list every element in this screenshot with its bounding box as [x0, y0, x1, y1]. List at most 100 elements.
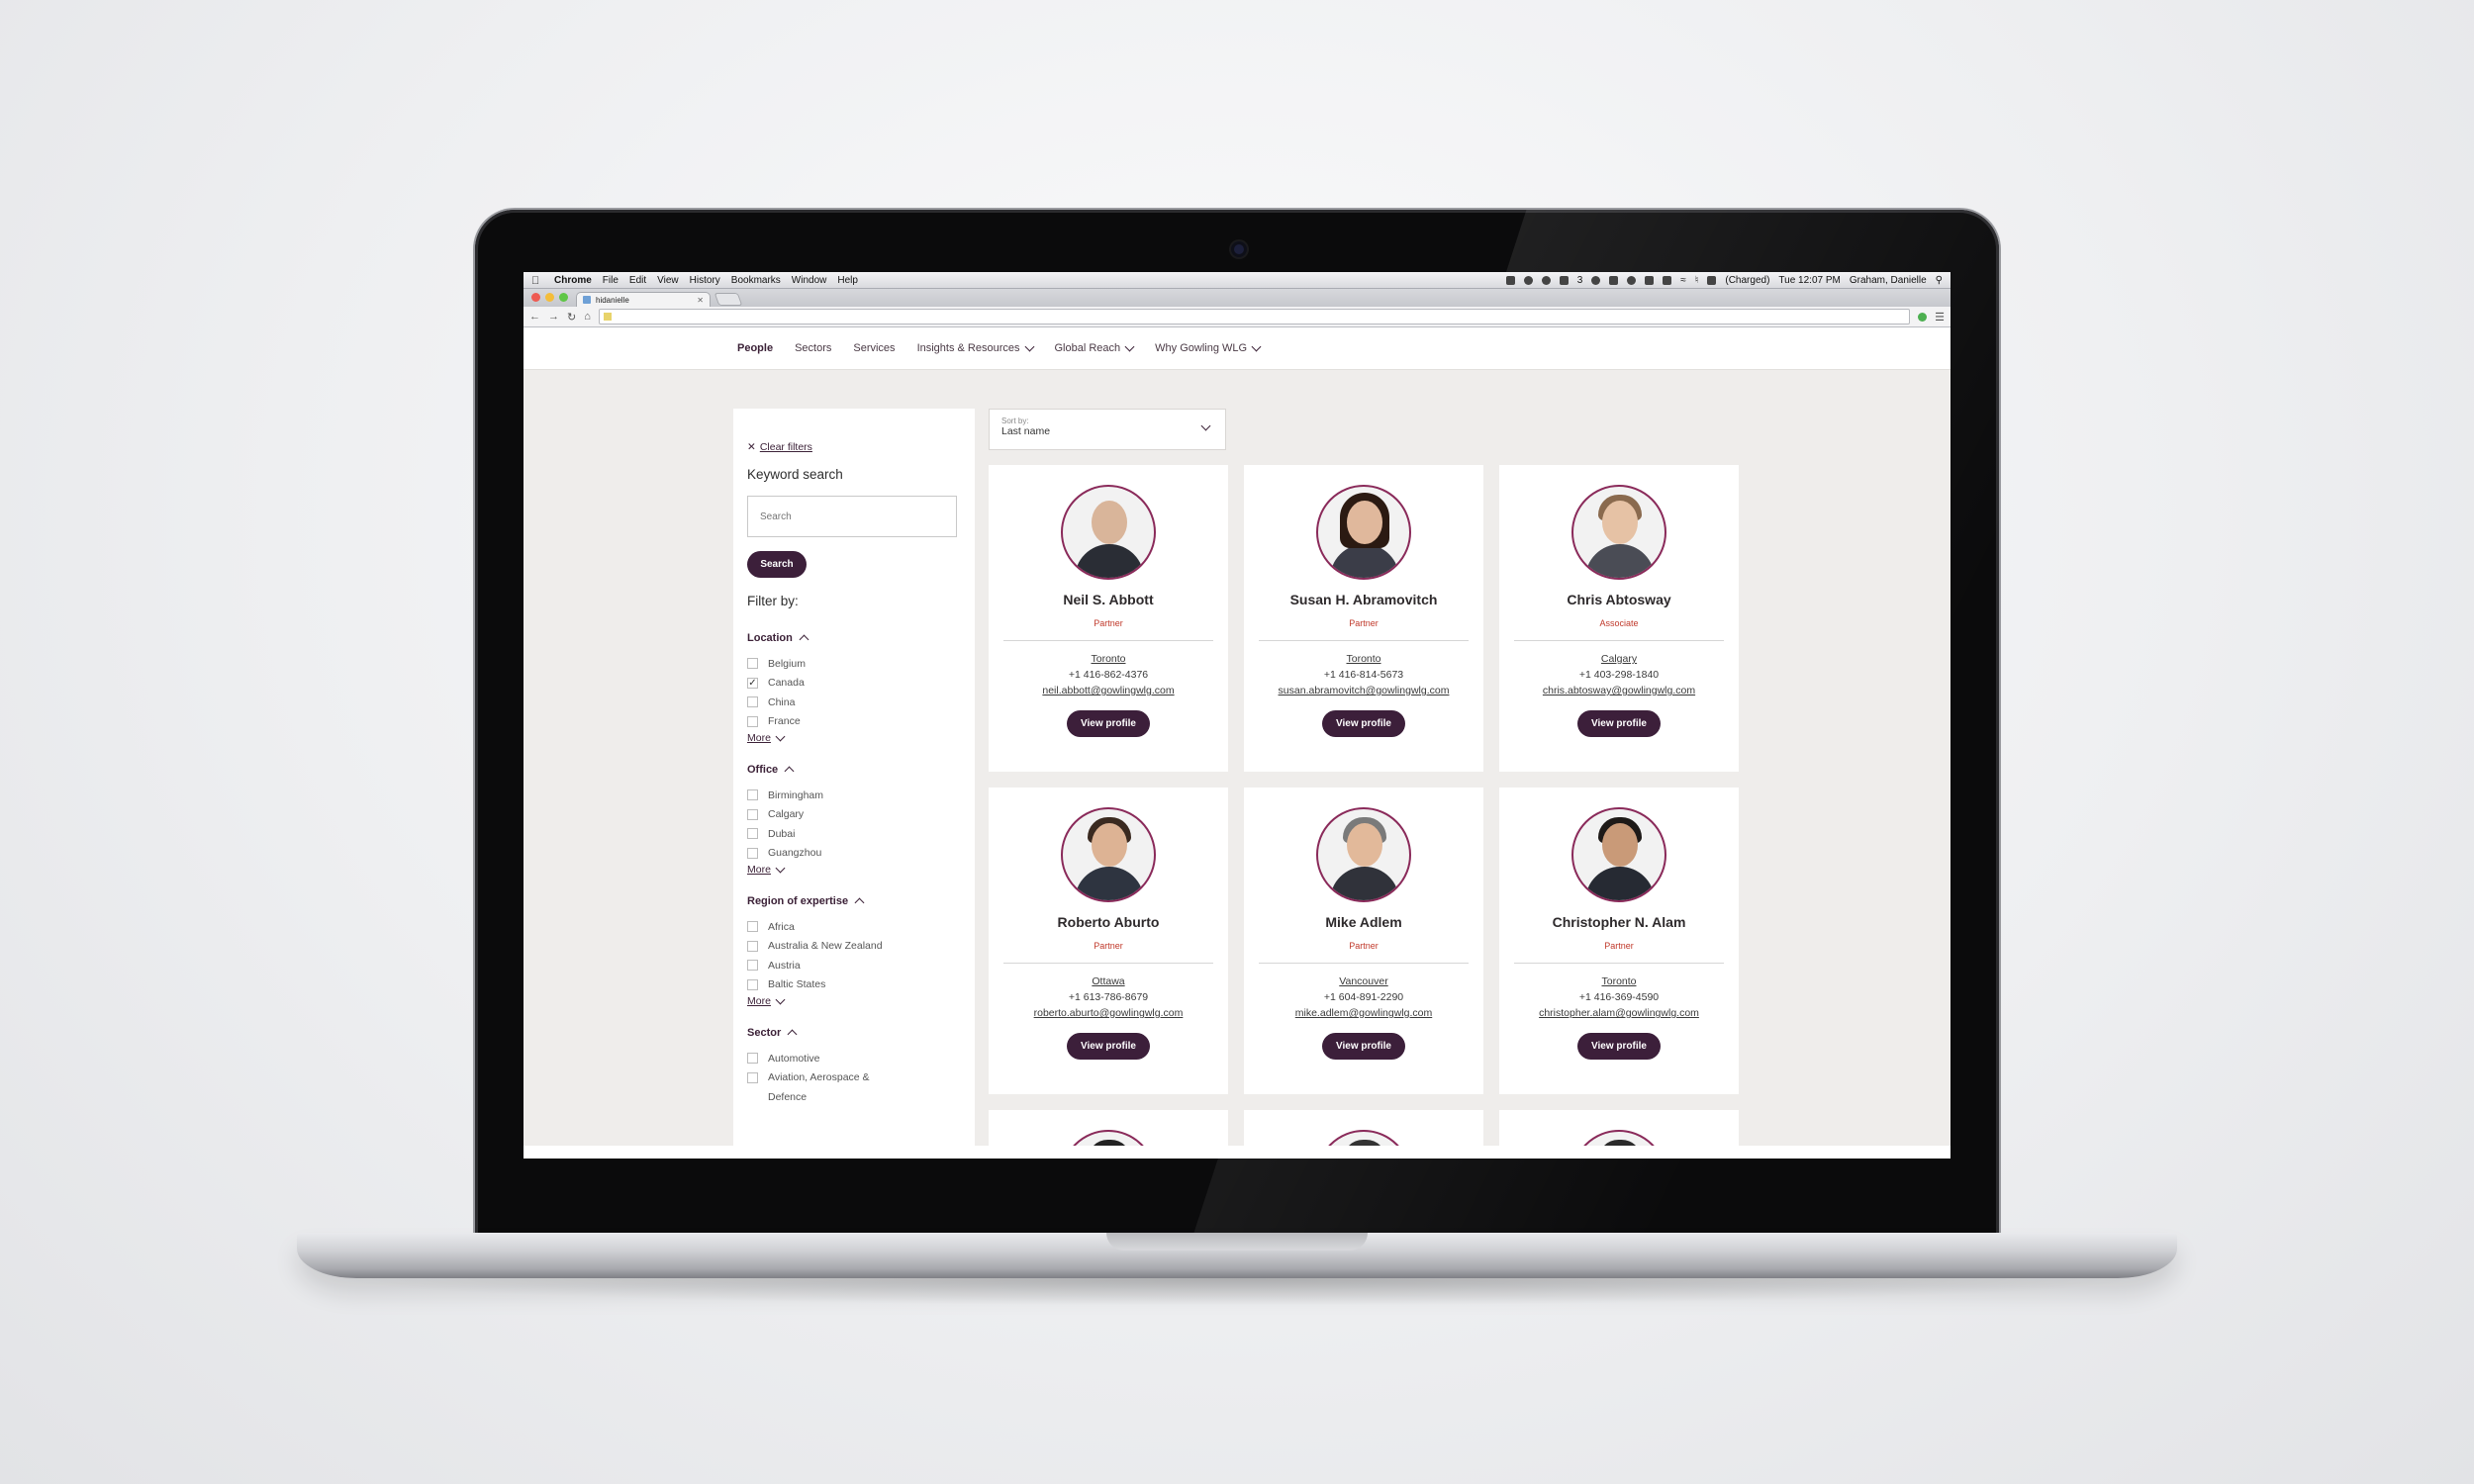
view-profile-button[interactable]: View profile	[1067, 1033, 1150, 1060]
view-profile-button[interactable]: View profile	[1322, 710, 1405, 737]
extension-icon[interactable]	[1918, 312, 1928, 322]
chrome-menu-icon[interactable]: ☰	[1935, 311, 1945, 324]
filter-option[interactable]: Guangzhou	[747, 844, 961, 864]
filter-option[interactable]: Calgary	[747, 805, 961, 825]
checkbox[interactable]	[747, 828, 758, 840]
checkbox[interactable]	[747, 1053, 758, 1065]
filter-option[interactable]: Dubai	[747, 824, 961, 844]
time-machine-icon[interactable]	[1627, 275, 1637, 285]
filter-option[interactable]: Aviation, Aerospace &	[747, 1068, 961, 1088]
person-city[interactable]: Calgary	[1499, 653, 1739, 665]
person-email[interactable]: susan.abramovitch@gowlingwlg.com	[1244, 685, 1483, 696]
sector-filter-toggle[interactable]: Sector	[747, 1027, 961, 1040]
person-name[interactable]: Christopher N. Alam	[1499, 914, 1739, 930]
display-icon[interactable]	[1645, 275, 1655, 285]
skype-icon[interactable]	[1541, 275, 1551, 285]
menu-history[interactable]: History	[690, 275, 720, 286]
forward-icon[interactable]: →	[548, 311, 559, 323]
search-button[interactable]: Search	[747, 551, 807, 578]
person-city[interactable]: Toronto	[1499, 975, 1739, 987]
nav-people[interactable]: People	[737, 342, 773, 354]
person-city[interactable]: Toronto	[989, 653, 1228, 665]
keyword-search-input[interactable]	[747, 496, 957, 537]
person-name[interactable]: Susan H. Abramovitch	[1244, 592, 1483, 607]
person-name[interactable]: Mike Adlem	[1244, 914, 1483, 930]
avatar[interactable]	[1061, 485, 1156, 580]
avatar[interactable]	[1316, 1130, 1411, 1146]
menu-help[interactable]: Help	[837, 275, 858, 286]
person-name[interactable]: Chris Abtosway	[1499, 592, 1739, 607]
filter-option[interactable]: Austria	[747, 956, 961, 975]
avatar[interactable]	[1571, 1130, 1666, 1146]
avatar[interactable]	[1571, 485, 1666, 580]
filter-option[interactable]: Automotive	[747, 1049, 961, 1068]
office-more-link[interactable]: More	[747, 863, 961, 876]
person-phone[interactable]: +1 416-814-5673	[1244, 669, 1483, 681]
filter-option[interactable]: Birmingham	[747, 786, 961, 805]
checkbox[interactable]	[747, 847, 758, 859]
wifi-icon[interactable]: ≈	[1680, 275, 1686, 286]
browser-tab[interactable]: hidanielle ✕	[576, 292, 711, 307]
minimize-window-icon[interactable]	[545, 293, 554, 302]
avatar[interactable]	[1571, 807, 1666, 902]
filter-option[interactable]: Africa	[747, 917, 961, 937]
avatar[interactable]	[1061, 807, 1156, 902]
person-phone[interactable]: +1 613-786-8679	[989, 991, 1228, 1003]
person-city[interactable]: Toronto	[1244, 653, 1483, 665]
screen-icon[interactable]	[1609, 275, 1619, 285]
person-name[interactable]: Neil S. Abbott	[989, 592, 1228, 607]
home-icon[interactable]: ⌂	[584, 311, 591, 323]
menu-edit[interactable]: Edit	[629, 275, 646, 286]
filter-option[interactable]: Baltic States	[747, 975, 961, 995]
filter-option[interactable]: Belgium	[747, 654, 961, 674]
sync-icon[interactable]	[1591, 275, 1601, 285]
menu-bookmarks[interactable]: Bookmarks	[731, 275, 781, 286]
nav-services[interactable]: Services	[853, 342, 895, 354]
filter-option[interactable]: ✓ Canada	[747, 674, 961, 694]
apple-icon[interactable]: 	[531, 275, 542, 287]
checkbox[interactable]	[747, 960, 758, 972]
person-email[interactable]: chris.abtosway@gowlingwlg.com	[1499, 685, 1739, 696]
view-profile-button[interactable]: View profile	[1067, 710, 1150, 737]
person-email[interactable]: neil.abbott@gowlingwlg.com	[989, 685, 1228, 696]
checkbox[interactable]	[747, 658, 758, 670]
person-phone[interactable]: +1 403-298-1840	[1499, 669, 1739, 681]
person-name[interactable]: Roberto Aburto	[989, 914, 1228, 930]
view-profile-button[interactable]: View profile	[1577, 1033, 1661, 1060]
close-tab-icon[interactable]: ✕	[697, 296, 704, 305]
person-email[interactable]: mike.adlem@gowlingwlg.com	[1244, 1007, 1483, 1019]
volume-icon[interactable]: ♮	[1695, 275, 1699, 286]
filter-option[interactable]: China	[747, 693, 961, 712]
person-email[interactable]: christopher.alam@gowlingwlg.com	[1499, 1007, 1739, 1019]
checkbox[interactable]	[747, 978, 758, 990]
clear-filters-link[interactable]: ✕ Clear filters	[747, 441, 961, 453]
battery-icon[interactable]	[1707, 275, 1717, 285]
person-phone[interactable]: +1 416-862-4376	[989, 669, 1228, 681]
region-more-link[interactable]: More	[747, 994, 961, 1007]
menu-file[interactable]: File	[603, 275, 618, 286]
checkbox[interactable]	[747, 1071, 758, 1083]
bluetooth-icon[interactable]	[1663, 275, 1672, 285]
nav-sectors[interactable]: Sectors	[795, 342, 831, 354]
view-profile-button[interactable]: View profile	[1322, 1033, 1405, 1060]
view-profile-button[interactable]: View profile	[1577, 710, 1661, 737]
person-phone[interactable]: +1 416-369-4590	[1499, 991, 1739, 1003]
new-tab-button[interactable]	[714, 293, 743, 306]
checkbox[interactable]	[747, 808, 758, 820]
location-more-link[interactable]: More	[747, 731, 961, 744]
notification-badge[interactable]: 3	[1577, 275, 1583, 286]
sort-dropdown[interactable]: Sort by: Last name	[989, 409, 1226, 450]
nav-insights[interactable]: Insights & Resources	[917, 341, 1034, 354]
back-icon[interactable]: ←	[529, 311, 540, 323]
close-window-icon[interactable]	[531, 293, 540, 302]
checkbox[interactable]	[747, 696, 758, 708]
region-filter-toggle[interactable]: Region of expertise	[747, 895, 961, 908]
filter-option[interactable]: Australia & New Zealand	[747, 937, 961, 957]
person-phone[interactable]: +1 604-891-2290	[1244, 991, 1483, 1003]
checkbox-checked[interactable]: ✓	[747, 677, 758, 689]
checkbox[interactable]	[747, 789, 758, 801]
clock[interactable]: Tue 12:07 PM	[1778, 275, 1840, 286]
avatar[interactable]	[1061, 1130, 1156, 1146]
menu-app[interactable]: Chrome	[554, 275, 592, 286]
address-bar[interactable]	[598, 309, 1911, 325]
